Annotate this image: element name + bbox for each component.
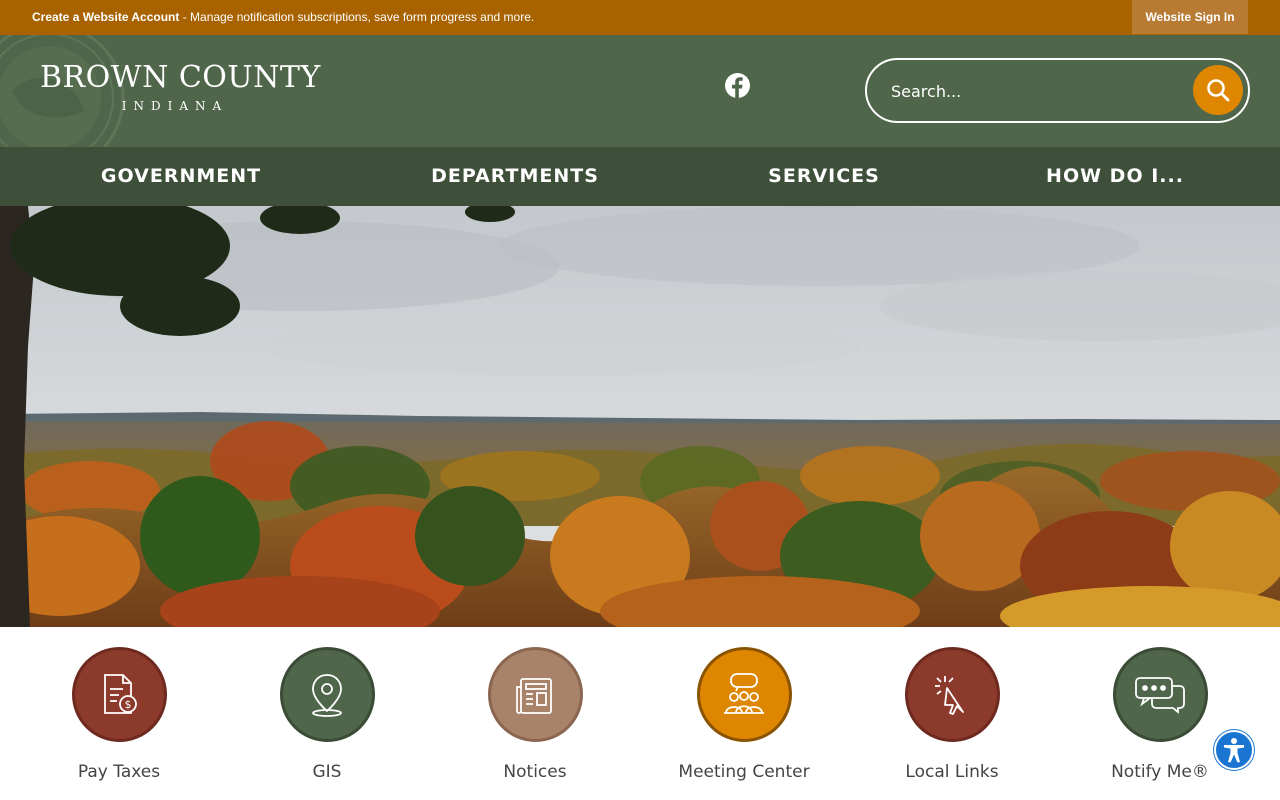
chat-bubbles-icon — [1112, 647, 1208, 742]
quick-link-label: Notices — [503, 762, 567, 782]
site-logo[interactable]: BROWN COUNTY INDIANA — [40, 60, 321, 114]
logo-title: BROWN COUNTY — [40, 60, 321, 95]
site-header: 1836 BROWN COUNTY INDIANA — [0, 35, 1280, 147]
cursor-click-icon — [904, 647, 1000, 742]
quick-links: $ Pay Taxes GIS Notices Meeting Center L… — [0, 627, 1280, 800]
quick-link-gis[interactable]: GIS — [227, 647, 427, 782]
quick-link-label: Local Links — [905, 762, 999, 782]
nav-item-services[interactable]: SERVICES — [768, 147, 880, 206]
website-sign-in-button[interactable]: Website Sign In — [1132, 0, 1248, 34]
create-account-description: - Manage notification subscriptions, sav… — [179, 10, 535, 24]
quick-link-meeting-center[interactable]: Meeting Center — [644, 647, 844, 782]
accessibility-button[interactable] — [1214, 730, 1254, 770]
map-pin-icon — [279, 647, 375, 742]
nav-item-government[interactable]: GOVERNMENT — [101, 147, 261, 206]
quick-link-notices[interactable]: Notices — [435, 647, 635, 782]
accessibility-icon — [1224, 738, 1244, 763]
account-bar: Create a Website Account - Manage notifi… — [0, 0, 1280, 35]
search-icon — [1207, 79, 1230, 102]
nav-item-departments[interactable]: DEPARTMENTS — [431, 147, 599, 206]
search-input[interactable] — [891, 76, 1181, 106]
nav-item-how-do-i[interactable]: HOW DO I... — [1046, 147, 1184, 206]
main-navigation: GOVERNMENT DEPARTMENTS SERVICES HOW DO I… — [0, 147, 1280, 206]
hero-image — [0, 206, 1280, 627]
pay-taxes-icon: $ — [71, 647, 167, 742]
create-account-link[interactable]: Create a Website Account — [32, 10, 179, 24]
logo-subtitle: INDIANA — [121, 99, 229, 113]
autumn-landscape-image — [0, 206, 1280, 627]
quick-link-local-links[interactable]: Local Links — [852, 647, 1052, 782]
create-account-message[interactable]: Create a Website Account - Manage notifi… — [32, 10, 534, 25]
quick-link-label: Meeting Center — [678, 762, 810, 782]
quick-link-label: GIS — [312, 762, 342, 782]
search-button[interactable] — [1193, 65, 1243, 115]
meeting-icon — [696, 647, 792, 742]
search-box — [865, 58, 1250, 123]
quick-link-pay-taxes[interactable]: $ Pay Taxes — [19, 647, 219, 782]
newspaper-icon — [487, 647, 583, 742]
facebook-icon[interactable] — [725, 73, 750, 98]
quick-link-label: Pay Taxes — [77, 762, 161, 782]
svg-text:$: $ — [125, 698, 132, 711]
